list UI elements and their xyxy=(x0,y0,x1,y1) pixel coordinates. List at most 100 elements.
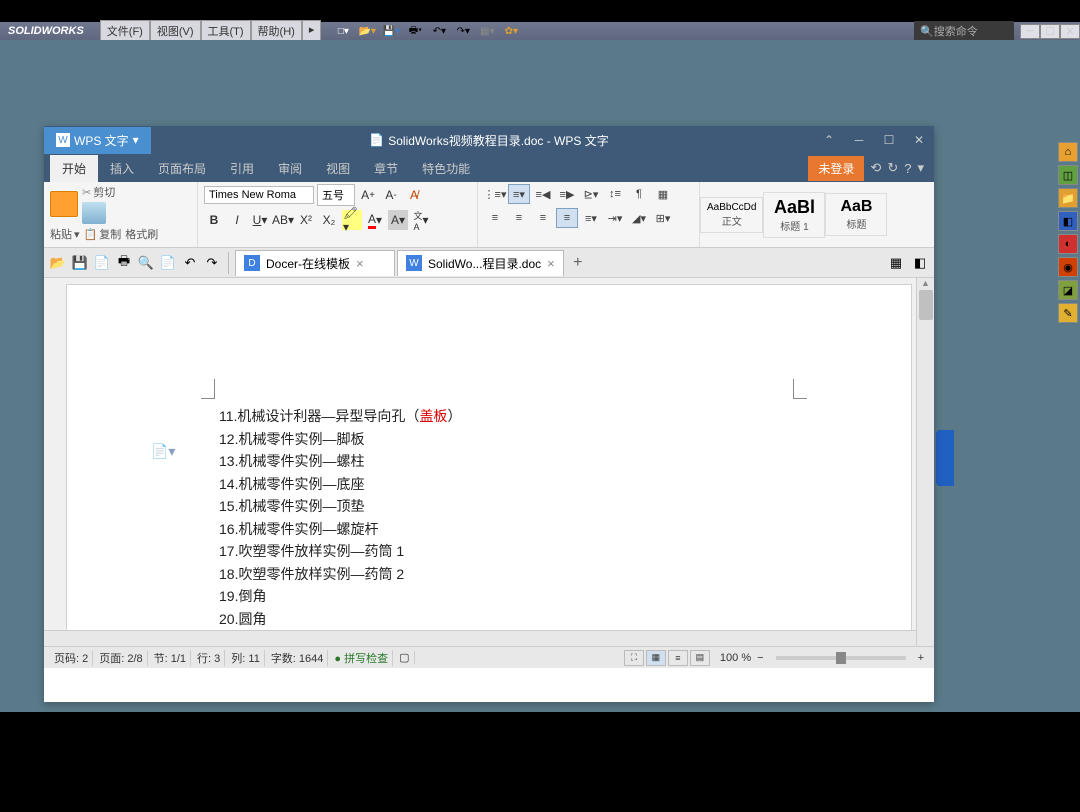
sw-new-icon[interactable]: □▾ xyxy=(334,23,352,39)
login-button[interactable]: 未登录 xyxy=(808,156,864,181)
view-mode-fullscreen[interactable]: ⛶ xyxy=(624,650,644,666)
view-mode-page[interactable]: ▦ xyxy=(646,650,666,666)
tab-view[interactable]: 视图 xyxy=(314,155,362,182)
phonetic-button[interactable]: 文A▾ xyxy=(411,210,431,230)
taskpane-properties-icon[interactable]: ◪ xyxy=(1058,280,1078,300)
align-left-button[interactable]: ≡ xyxy=(484,208,506,228)
sw-max-icon[interactable]: ☐ xyxy=(1040,24,1060,39)
tab-special[interactable]: 特色功能 xyxy=(410,155,482,182)
taskpane-explorer-icon[interactable]: ◧ xyxy=(1058,211,1078,231)
content-line[interactable]: 15.机械零件实例—顶垫 xyxy=(219,495,811,518)
close-tab-icon[interactable]: × xyxy=(547,256,555,271)
sw-menu-file[interactable]: 文件(F) xyxy=(100,20,150,42)
show-marks-button[interactable]: ¶ xyxy=(628,184,650,204)
tab-page-layout[interactable]: 页面布局 xyxy=(146,155,218,182)
zoom-out-button[interactable]: − xyxy=(753,652,767,664)
font-size-select[interactable]: 五号 xyxy=(317,184,355,206)
tab-menu-icon[interactable]: ◧ xyxy=(910,253,930,273)
document-tab-current[interactable]: W SolidWo...程目录.doc × xyxy=(397,250,564,276)
status-line[interactable]: 行: 3 xyxy=(193,650,225,666)
copy-button[interactable]: 📋复制 xyxy=(84,226,122,242)
sw-select-icon[interactable]: ▦▾ xyxy=(478,23,496,39)
taskpane-palette-icon[interactable]: ◐ xyxy=(1058,234,1078,254)
bold-button[interactable]: B xyxy=(204,210,224,230)
align-right-button[interactable]: ≡ xyxy=(532,208,554,228)
zoom-slider[interactable] xyxy=(776,656,906,660)
distribute-button[interactable]: ≡▾ xyxy=(580,208,602,228)
wps-collapse-ribbon-icon[interactable]: ⌃ xyxy=(814,126,844,154)
tab-section[interactable]: 章节 xyxy=(362,155,410,182)
content-line[interactable]: 17.吹塑零件放样实例—药筒 1 xyxy=(219,540,811,563)
wps-app-button[interactable]: W WPS 文字 ▾ xyxy=(44,127,151,154)
menu-dropdown-icon[interactable]: ▾ xyxy=(917,160,924,176)
style-heading[interactable]: AaB 标题 xyxy=(825,193,887,236)
sw-menu-tools[interactable]: 工具(T) xyxy=(201,20,251,42)
content-line[interactable]: 14.机械零件实例—底座 xyxy=(219,473,811,496)
taskpane-appearances-icon[interactable]: ◉ xyxy=(1058,257,1078,277)
para-shading-button[interactable]: ◢▾ xyxy=(628,208,650,228)
shading-button[interactable]: A▾ xyxy=(388,210,408,230)
wps-titlebar[interactable]: W WPS 文字 ▾ 📄 SolidWorks视频教程目录.doc - WPS … xyxy=(44,126,934,154)
status-chars[interactable]: 字数: 1644 xyxy=(267,650,329,666)
paste-button[interactable] xyxy=(50,191,78,217)
sw-menu-more[interactable]: ▸ xyxy=(302,20,322,42)
wps-close-icon[interactable]: ✕ xyxy=(904,126,934,154)
close-tab-icon[interactable]: × xyxy=(356,256,364,271)
scrollbar-thumb[interactable] xyxy=(919,290,933,320)
new-tab-button[interactable]: + xyxy=(566,251,590,275)
history-icon[interactable]: ↻ xyxy=(887,160,898,176)
border-button[interactable]: ▦ xyxy=(652,184,674,204)
clear-format-button[interactable]: A̸ xyxy=(404,185,424,205)
document-area[interactable]: 📄▾ 11.机械设计利器—异型导向孔（盖板）12.机械零件实例—脚板13.机械零… xyxy=(44,278,934,646)
sw-menu-view[interactable]: 视图(V) xyxy=(150,20,201,42)
redo-icon[interactable]: ↷ xyxy=(202,253,222,273)
sync-icon[interactable]: ⟲ xyxy=(870,160,881,176)
tab-insert[interactable]: 插入 xyxy=(98,155,146,182)
undo-icon[interactable]: ↶ xyxy=(180,253,200,273)
line-spacing-button[interactable]: ↕≡ xyxy=(604,184,626,204)
content-line[interactable]: 19.倒角 xyxy=(219,585,811,608)
increase-indent-button[interactable]: ≡▶ xyxy=(556,184,578,204)
document-content[interactable]: 11.机械设计利器—异型导向孔（盖板）12.机械零件实例—脚板13.机械零件实例… xyxy=(219,405,811,646)
taskpane-home-icon[interactable]: ⌂ xyxy=(1058,142,1078,162)
sw-save-icon[interactable]: 💾▾ xyxy=(382,23,400,39)
taskpane-resources-icon[interactable]: ◫ xyxy=(1058,165,1078,185)
italic-button[interactable]: I xyxy=(227,210,247,230)
sw-close-icon[interactable]: ✕ xyxy=(1060,24,1080,39)
view-mode-outline[interactable]: ≡ xyxy=(668,650,688,666)
shrink-font-button[interactable]: A- xyxy=(381,185,401,205)
content-line[interactable]: 13.机械零件实例—螺柱 xyxy=(219,450,811,473)
taskpane-library-icon[interactable]: 📁 xyxy=(1058,188,1078,208)
style-normal[interactable]: AaBbCcDd 正文 xyxy=(700,197,763,233)
status-section[interactable]: 节: 1/1 xyxy=(150,650,191,666)
tab-list-icon[interactable]: ▦ xyxy=(886,253,906,273)
align-center-button[interactable]: ≡ xyxy=(508,208,530,228)
tab-review[interactable]: 审阅 xyxy=(266,155,314,182)
decrease-indent-button[interactable]: ≡◀ xyxy=(532,184,554,204)
sw-menu-help[interactable]: 帮助(H) xyxy=(251,20,302,42)
content-line[interactable]: 16.机械零件实例—螺旋杆 xyxy=(219,518,811,541)
status-spellcheck[interactable]: ● 拼写检查 xyxy=(330,650,393,666)
zoom-level[interactable]: 100 % xyxy=(720,652,751,664)
zoom-in-button[interactable]: + xyxy=(914,652,928,664)
tab-start[interactable]: 开始 xyxy=(50,155,98,182)
sw-redo-icon[interactable]: ↷▾ xyxy=(454,23,472,39)
status-page[interactable]: 页面: 2/8 xyxy=(95,650,147,666)
print-preview-icon[interactable]: 🔍 xyxy=(136,253,156,273)
sw-min-icon[interactable]: ─ xyxy=(1020,24,1040,39)
font-name-select[interactable]: Times New Roma xyxy=(204,186,314,204)
superscript-button[interactable]: X² xyxy=(296,210,316,230)
wps-min-icon[interactable]: ─ xyxy=(844,126,874,154)
align-justify-button[interactable]: ≡ xyxy=(556,208,578,228)
sw-search-box[interactable]: 🔍 搜索命令 xyxy=(914,21,1014,41)
para-border-button[interactable]: ⊞▾ xyxy=(652,208,674,228)
subscript-button[interactable]: X₂ xyxy=(319,210,339,230)
font-color-button[interactable]: A▾ xyxy=(365,210,385,230)
cut-button[interactable]: ✂剪切 xyxy=(82,184,115,200)
view-mode-web[interactable]: ▤ xyxy=(690,650,710,666)
sw-undo-icon[interactable]: ↶▾ xyxy=(430,23,448,39)
print-icon[interactable]: 🖶 xyxy=(114,253,134,273)
format-painter-button[interactable]: 格式刷 xyxy=(125,226,158,242)
horizontal-scrollbar[interactable] xyxy=(44,630,916,646)
wps-max-icon[interactable]: ☐ xyxy=(874,126,904,154)
